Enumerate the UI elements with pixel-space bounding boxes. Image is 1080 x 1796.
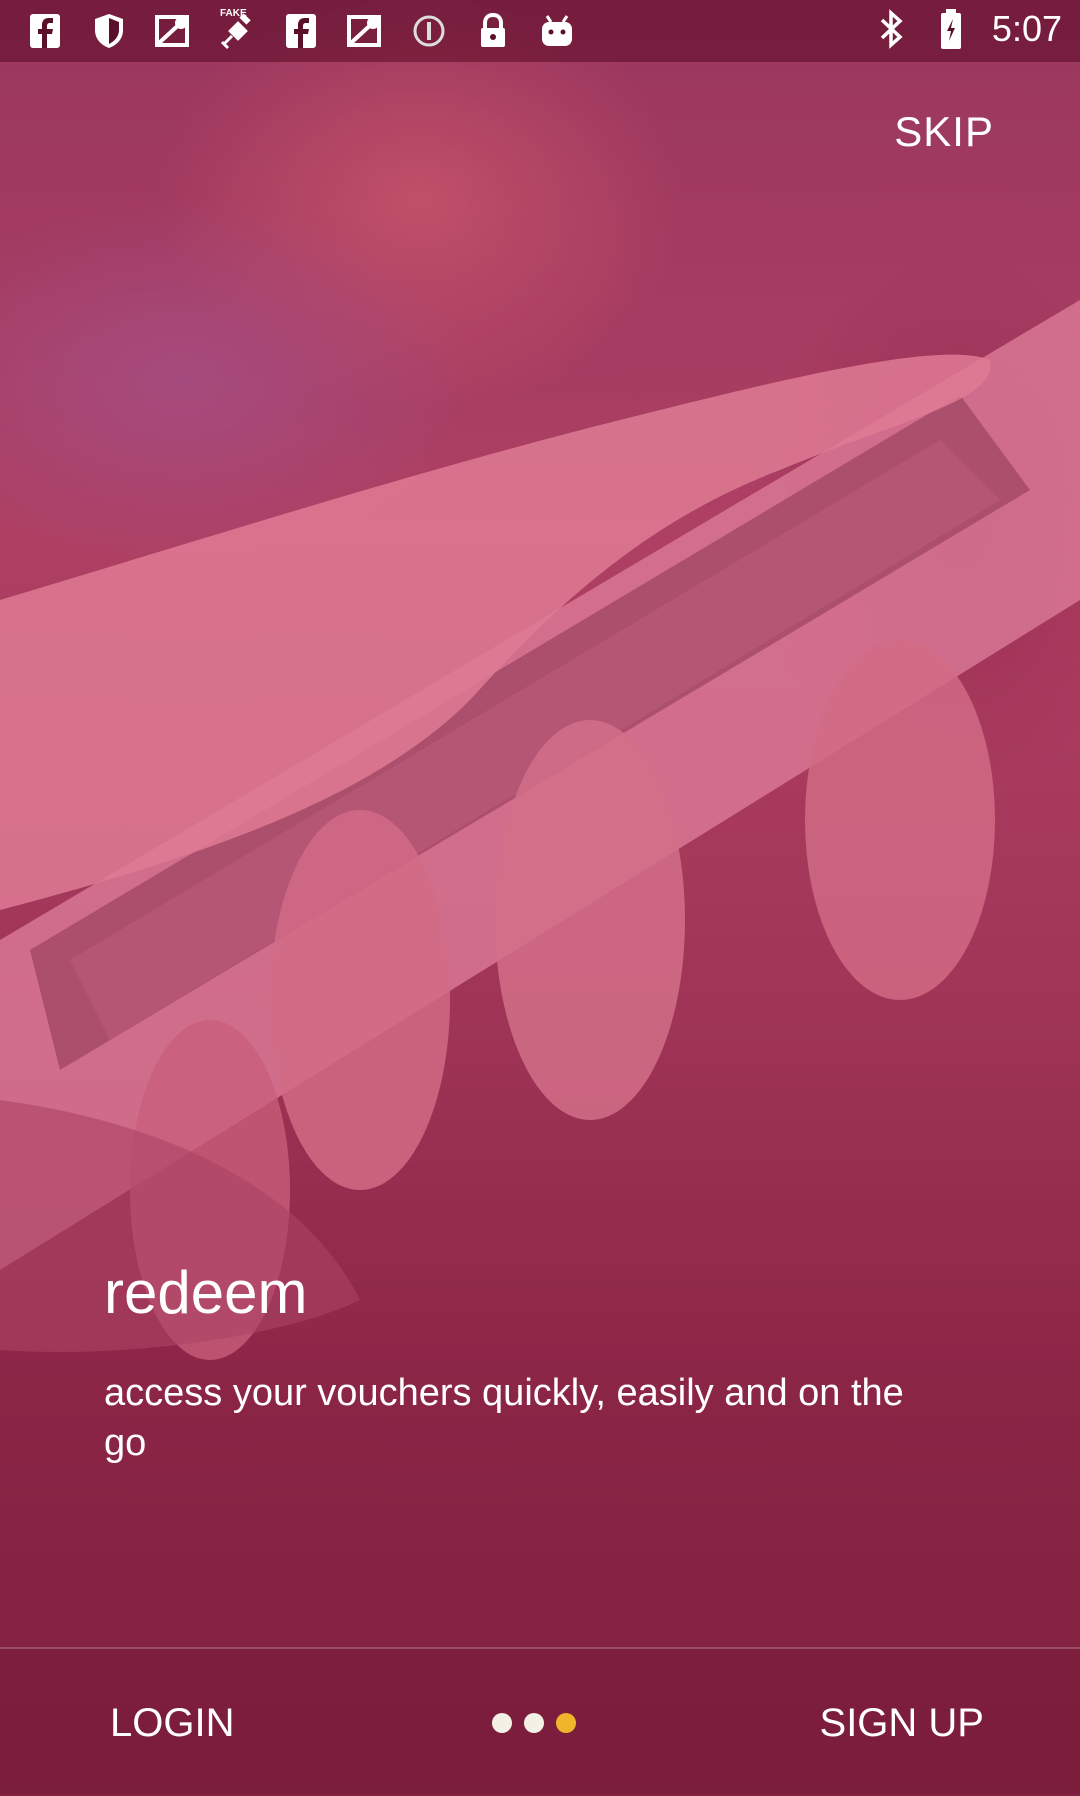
login-button[interactable]: LOGIN (110, 1701, 234, 1746)
info-icon (410, 12, 448, 50)
skip-button[interactable]: SKIP (894, 108, 994, 156)
facebook-icon (282, 12, 320, 50)
bluetooth-icon (872, 9, 910, 49)
clock: 5:07 (991, 8, 1062, 49)
page-dot-2[interactable] (524, 1713, 544, 1733)
sign-up-button[interactable]: SIGN UP (820, 1701, 984, 1746)
onboarding-title: redeem (104, 1259, 308, 1326)
notification-icons: FAKE (26, 8, 576, 50)
system-status: 5:07 (872, 8, 1062, 50)
hand-holding-phone-illustration (0, 0, 1080, 1794)
lock-icon (474, 12, 512, 50)
maps-icon (154, 12, 192, 50)
android-icon (538, 12, 576, 50)
maps-icon (346, 12, 384, 50)
facebook-icon (26, 12, 64, 50)
fake-label: FAKE (220, 8, 247, 19)
fake-gps-icon: FAKE (218, 8, 256, 50)
shield-icon (90, 12, 128, 50)
page-dot-3[interactable] (556, 1713, 576, 1733)
page-dot-1[interactable] (492, 1713, 512, 1733)
status-bar: FAKE 5:07 (0, 0, 1080, 62)
bottom-navigation: LOGIN SIGN UP (0, 1647, 1080, 1796)
battery-icon (932, 9, 970, 49)
page-indicator (492, 1713, 576, 1733)
onboarding-description: access your vouchers quickly, easily and… (104, 1372, 904, 1464)
